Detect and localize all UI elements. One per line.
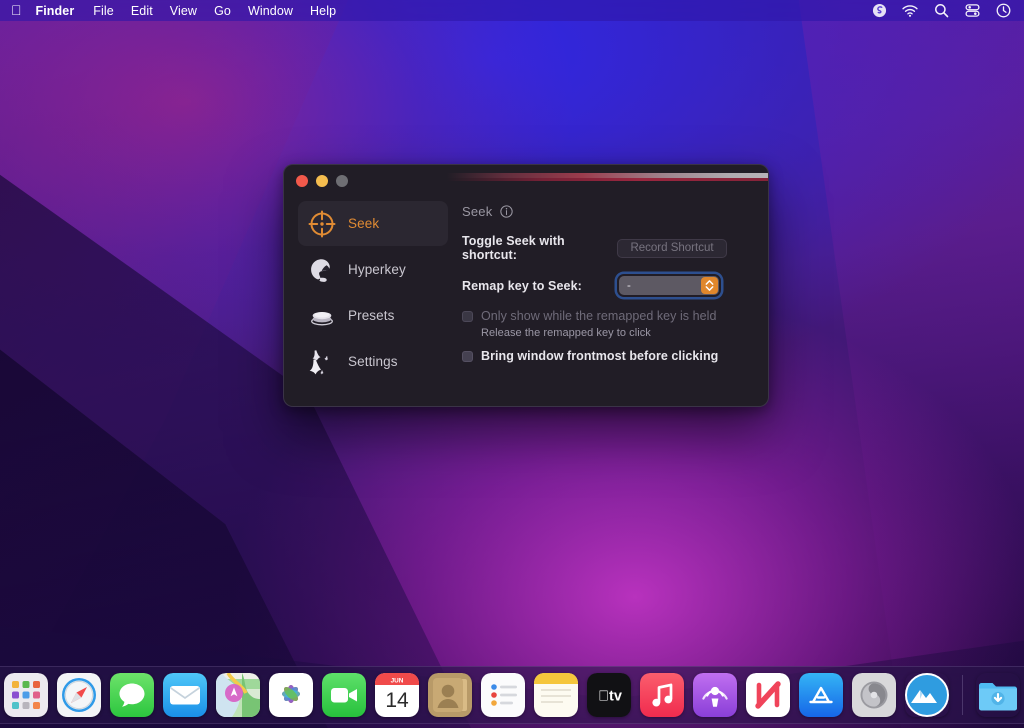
control-center-icon[interactable] xyxy=(964,3,980,19)
search-icon[interactable] xyxy=(933,3,949,19)
dock-item-launchpad[interactable] xyxy=(3,672,49,718)
sidebar: Seek Hyperkey Presets xyxy=(284,197,456,406)
svg-text:14: 14 xyxy=(385,689,409,712)
system-settings-icon xyxy=(852,673,896,717)
dock-item-reminders[interactable] xyxy=(480,672,526,718)
checkbox-label-bring-window-frontmost: Bring window frontmost before clicking xyxy=(481,349,718,363)
news-icon xyxy=(746,673,790,717)
section-title: Seek xyxy=(462,204,492,219)
sidebar-item-seek[interactable]: Seek xyxy=(298,201,448,246)
menu-item-edit[interactable]: Edit xyxy=(131,4,153,18)
menu-item-help[interactable]: Help xyxy=(310,4,336,18)
dock-item-facetime[interactable] xyxy=(321,672,367,718)
menu-item-finder[interactable]: Finder xyxy=(36,4,75,18)
calendar-icon: JUN 14 xyxy=(375,673,419,717)
close-button[interactable] xyxy=(296,175,308,187)
dock-item-news[interactable] xyxy=(745,672,791,718)
remap-key-popup-focus-ring: - xyxy=(617,274,721,297)
dock: JUN 14 xyxy=(0,666,1024,724)
shortcut-row-label: Toggle Seek with shortcut: xyxy=(462,234,617,262)
notes-icon xyxy=(534,673,578,717)
section-header: Seek xyxy=(462,204,754,219)
photos-icon xyxy=(269,673,313,717)
checkbox-note-release-to-click: Release the remapped key to click xyxy=(481,327,754,339)
zoom-button[interactable] xyxy=(336,175,348,187)
menu-item-file[interactable]: File xyxy=(93,4,114,18)
dock-item-safari[interactable] xyxy=(56,672,102,718)
sidebar-item-settings[interactable]: Settings xyxy=(298,339,448,384)
appletv-icon: tv xyxy=(587,673,631,717)
seek-app-status-icon[interactable] xyxy=(871,3,887,19)
svg-text:JUN: JUN xyxy=(391,677,404,684)
dock-item-downloads-folder[interactable] xyxy=(975,672,1021,718)
dock-item-mail[interactable] xyxy=(162,672,208,718)
checkbox-bring-window-frontmost[interactable] xyxy=(462,351,473,362)
dock-item-notes[interactable] xyxy=(533,672,579,718)
crosshair-icon xyxy=(308,210,336,238)
dock-item-podcasts[interactable] xyxy=(692,672,738,718)
chevron-updown-icon[interactable] xyxy=(701,277,718,294)
dock-item-system-settings[interactable] xyxy=(851,672,897,718)
maps-icon xyxy=(216,673,260,717)
dock-item-appletv[interactable]: tv xyxy=(586,672,632,718)
sidebar-item-label-seek: Seek xyxy=(348,216,379,231)
facetime-icon xyxy=(322,673,366,717)
checkbox-only-show-while-held[interactable] xyxy=(462,311,473,322)
remap-key-select[interactable]: - xyxy=(619,276,719,295)
record-shortcut-button[interactable]: Record Shortcut xyxy=(617,239,727,258)
dock-item-messages[interactable] xyxy=(109,672,155,718)
music-icon xyxy=(640,673,684,717)
dock-item-calendar[interactable]: JUN 14 xyxy=(374,672,420,718)
menu-bar-status-area xyxy=(871,3,1011,19)
dock-item-photos[interactable] xyxy=(268,672,314,718)
checkbox-row-bring-window-frontmost[interactable]: Bring window frontmost before clicking xyxy=(462,349,754,363)
dock-item-seek[interactable] xyxy=(904,672,950,718)
checkbox-row-only-show-while-held[interactable]: Only show while the remapped key is held xyxy=(462,309,754,323)
sidebar-item-label-presets: Presets xyxy=(348,308,394,323)
menu-item-go[interactable]: Go xyxy=(214,4,231,18)
sidebar-item-hyperkey[interactable]: Hyperkey xyxy=(298,247,448,292)
dock-separator xyxy=(962,675,963,715)
appstore-icon xyxy=(799,673,843,717)
mail-icon xyxy=(163,673,207,717)
downloads-folder-icon xyxy=(976,673,1020,717)
podcasts-icon xyxy=(693,673,737,717)
wifi-icon[interactable] xyxy=(902,3,918,19)
sidebar-item-label-settings: Settings xyxy=(348,354,398,369)
info-circle-icon[interactable] xyxy=(500,205,513,218)
messages-icon xyxy=(110,673,154,717)
minimize-button[interactable] xyxy=(316,175,328,187)
launchpad-icon xyxy=(4,673,48,717)
sparkles-icon xyxy=(308,348,336,376)
discs-icon xyxy=(308,302,336,330)
svg-text:tv: tv xyxy=(598,689,622,705)
menu-bar:  Finder File Edit View Go Window Help xyxy=(0,0,1024,21)
sidebar-item-label-hyperkey: Hyperkey xyxy=(348,262,406,277)
contacts-icon xyxy=(428,673,472,717)
remap-row-label: Remap key to Seek: xyxy=(462,279,617,293)
reminders-icon xyxy=(481,673,525,717)
safari-icon xyxy=(57,673,101,717)
apple-logo-icon[interactable]:  xyxy=(11,3,22,19)
dock-item-contacts[interactable] xyxy=(427,672,473,718)
remap-row: Remap key to Seek: - xyxy=(462,274,754,297)
dock-item-appstore[interactable] xyxy=(798,672,844,718)
clock-icon[interactable] xyxy=(995,3,1011,19)
menu-item-view[interactable]: View xyxy=(170,4,197,18)
content-pane: Seek Toggle Seek with shortcut: Record S… xyxy=(462,197,754,406)
shortcut-row: Toggle Seek with shortcut: Record Shortc… xyxy=(462,234,754,262)
seek-app-window: Seek Hyperkey Presets xyxy=(283,164,769,407)
dock-item-music[interactable] xyxy=(639,672,685,718)
sidebar-item-presets[interactable]: Presets xyxy=(298,293,448,338)
helmet-icon xyxy=(308,256,336,284)
window-title-bar[interactable] xyxy=(284,165,768,197)
dock-item-maps[interactable] xyxy=(215,672,261,718)
remap-key-value: - xyxy=(627,280,631,292)
menu-item-window[interactable]: Window xyxy=(248,4,293,18)
seek-app-icon xyxy=(905,673,949,717)
checkbox-label-only-show-while-held: Only show while the remapped key is held xyxy=(481,309,716,323)
